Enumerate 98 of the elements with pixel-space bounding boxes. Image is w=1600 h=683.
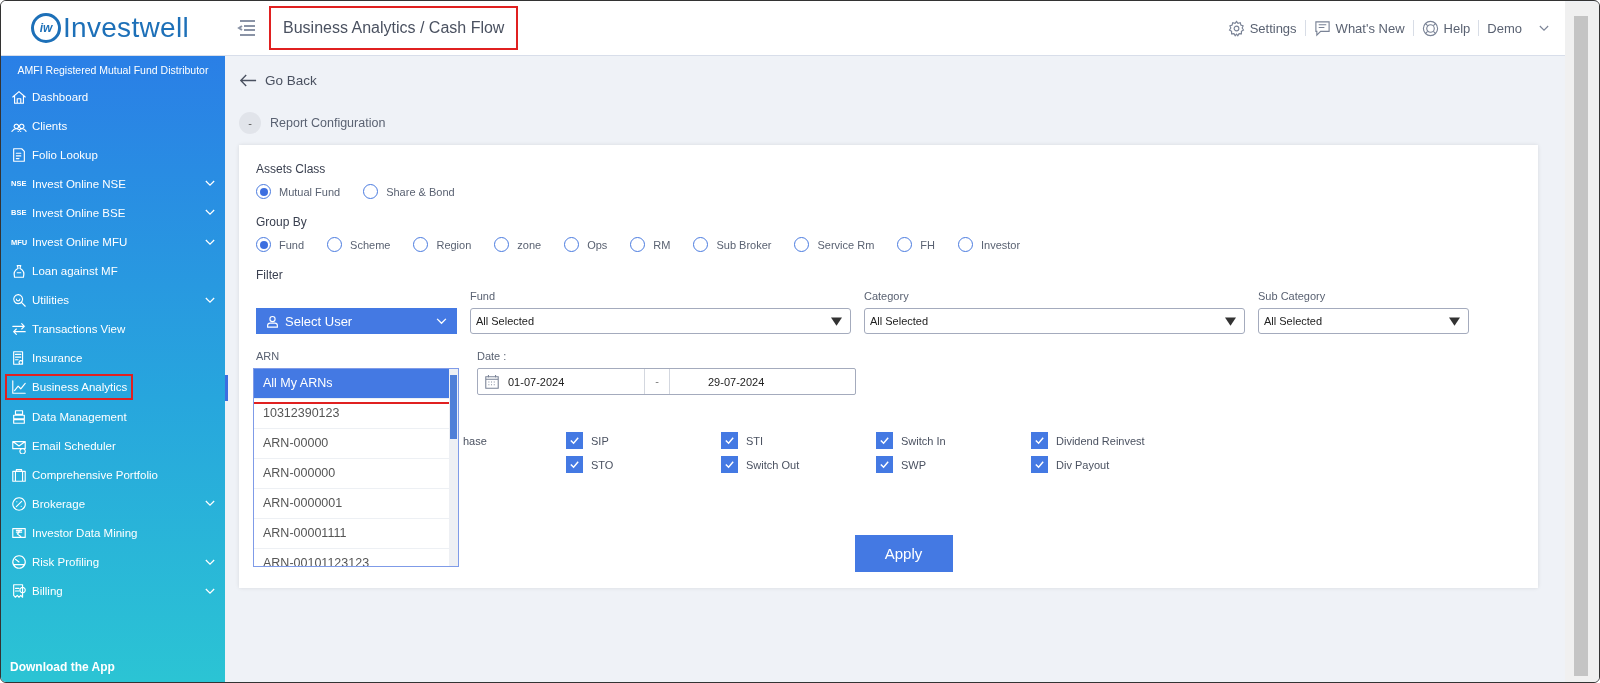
sidebar-tagline: AMFI Registered Mutual Fund Distributor bbox=[16, 64, 210, 76]
radio-option[interactable]: Mutual Fund bbox=[256, 184, 341, 199]
checkbox-label: SWP bbox=[901, 458, 927, 471]
radio-option[interactable]: Share & Bond bbox=[363, 184, 455, 199]
checkbox[interactable] bbox=[566, 456, 583, 473]
checkbox[interactable] bbox=[566, 432, 583, 449]
home-icon bbox=[11, 88, 27, 105]
scrollbar[interactable] bbox=[449, 369, 458, 566]
chart-icon bbox=[11, 379, 27, 396]
menu-icon[interactable] bbox=[237, 19, 257, 37]
page-title: Business Analytics / Cash Flow bbox=[271, 8, 517, 48]
sidebar-item[interactable]: Folio Lookup bbox=[1, 140, 225, 170]
dropdown-field[interactable]: All Selected bbox=[864, 308, 1245, 334]
dropdown-field[interactable]: All Selected bbox=[1258, 308, 1469, 334]
radio-option[interactable]: Ops bbox=[564, 237, 608, 252]
checkbox-label: SIP bbox=[591, 434, 609, 447]
document-icon bbox=[11, 146, 27, 163]
radio-option[interactable]: Region bbox=[413, 237, 472, 252]
checkbox[interactable] bbox=[876, 432, 893, 449]
radio-option[interactable]: RM bbox=[630, 237, 671, 252]
checkbox[interactable] bbox=[1031, 456, 1048, 473]
radio-option[interactable]: Scheme bbox=[327, 237, 391, 252]
dropdown-arrow-icon bbox=[1225, 316, 1236, 326]
database-icon bbox=[11, 408, 27, 425]
checkmark-icon bbox=[1034, 435, 1045, 446]
chevron-down-icon bbox=[205, 209, 215, 217]
checkbox-label: STI bbox=[746, 434, 764, 447]
dropdown-arrow-icon bbox=[1449, 316, 1460, 326]
user-menu[interactable]: Demo bbox=[1487, 20, 1549, 36]
collapse-button[interactable]: - bbox=[239, 112, 261, 134]
header-link[interactable]: Settings bbox=[1227, 19, 1297, 37]
date-range-field[interactable]: 01-07-2024 - 29-07-2024 bbox=[477, 368, 856, 395]
chevron-down-icon bbox=[1539, 24, 1549, 32]
chevron-down-icon bbox=[205, 587, 215, 595]
user-icon bbox=[266, 314, 279, 328]
header-link[interactable]: What's New bbox=[1313, 19, 1405, 37]
field-label: Assets Class bbox=[256, 162, 327, 176]
radio-option[interactable]: Fund bbox=[256, 237, 305, 252]
checkbox-label: Switch In bbox=[901, 434, 946, 447]
back-arrow-icon bbox=[239, 74, 257, 87]
checkbox[interactable] bbox=[1031, 432, 1048, 449]
dropdown-field[interactable]: All Selected bbox=[470, 308, 851, 334]
checkmark-icon bbox=[879, 435, 890, 446]
checkbox[interactable] bbox=[721, 432, 738, 449]
checkmark-icon bbox=[724, 435, 735, 446]
percent-icon bbox=[11, 495, 27, 512]
radio-option[interactable]: FH bbox=[897, 237, 935, 252]
active-indicator bbox=[225, 374, 228, 401]
checkbox-label: STO bbox=[591, 458, 614, 471]
apply-button[interactable]: Apply bbox=[854, 535, 953, 572]
checkmark-icon bbox=[724, 459, 735, 470]
checkmark-icon bbox=[569, 435, 580, 446]
checkmark-icon bbox=[879, 459, 890, 470]
radio-option[interactable]: Investor bbox=[958, 237, 1021, 252]
chevron-down-icon bbox=[205, 500, 215, 508]
checkbox[interactable] bbox=[721, 456, 738, 473]
settings-icon bbox=[1227, 19, 1245, 37]
checkbox-label: hase bbox=[462, 434, 487, 447]
radio-option[interactable]: Service Rm bbox=[794, 237, 875, 252]
help-icon bbox=[1421, 19, 1439, 37]
dropdown-arrow-icon bbox=[831, 316, 842, 326]
radio-option[interactable]: Sub Broker bbox=[693, 237, 772, 252]
chevron-down-icon bbox=[205, 558, 215, 566]
scrollbar[interactable] bbox=[1565, 2, 1599, 682]
sidebar-item[interactable]: Dashboard bbox=[1, 82, 225, 112]
field-label: ARN bbox=[256, 350, 281, 362]
chevron-down-icon bbox=[436, 317, 447, 325]
section-title: Report Configuration bbox=[270, 116, 386, 130]
field-label: Group By bbox=[256, 215, 308, 229]
field-label: Sub Category bbox=[1258, 290, 1327, 302]
briefcase-icon bbox=[11, 466, 27, 483]
checkmark-icon bbox=[569, 459, 580, 470]
moneybag-icon bbox=[11, 263, 27, 280]
field-label: Filter bbox=[256, 268, 284, 282]
receipt-icon bbox=[11, 583, 27, 600]
field-label: Date : bbox=[477, 350, 508, 362]
arrows-icon bbox=[11, 321, 27, 338]
logo-text: Investwell bbox=[63, 12, 189, 44]
select-user-button[interactable]: Select User bbox=[256, 308, 457, 334]
chat-icon bbox=[1313, 19, 1331, 37]
checkbox-label: Switch Out bbox=[746, 458, 800, 471]
radio-option[interactable]: zone bbox=[494, 237, 542, 252]
chevron-down-icon bbox=[205, 238, 215, 246]
checkbox-label: Dividend Reinvest bbox=[1056, 434, 1145, 447]
header-link[interactable]: Help bbox=[1421, 19, 1471, 37]
checkbox-label: Div Payout bbox=[1056, 458, 1110, 471]
field-label: Fund bbox=[470, 290, 497, 302]
go-back-link[interactable]: Go Back bbox=[239, 73, 1551, 88]
search-icon bbox=[11, 292, 27, 309]
chevron-down-icon bbox=[205, 180, 215, 188]
gauge-icon bbox=[11, 554, 27, 571]
checkbox[interactable] bbox=[876, 456, 893, 473]
calendar-icon bbox=[484, 373, 500, 390]
logo-mark: iw bbox=[31, 13, 61, 43]
sidebar-item[interactable]: Clients bbox=[1, 111, 225, 141]
field-label: Category bbox=[864, 290, 910, 302]
checkmark-icon bbox=[1034, 459, 1045, 470]
chevron-down-icon bbox=[205, 296, 215, 304]
